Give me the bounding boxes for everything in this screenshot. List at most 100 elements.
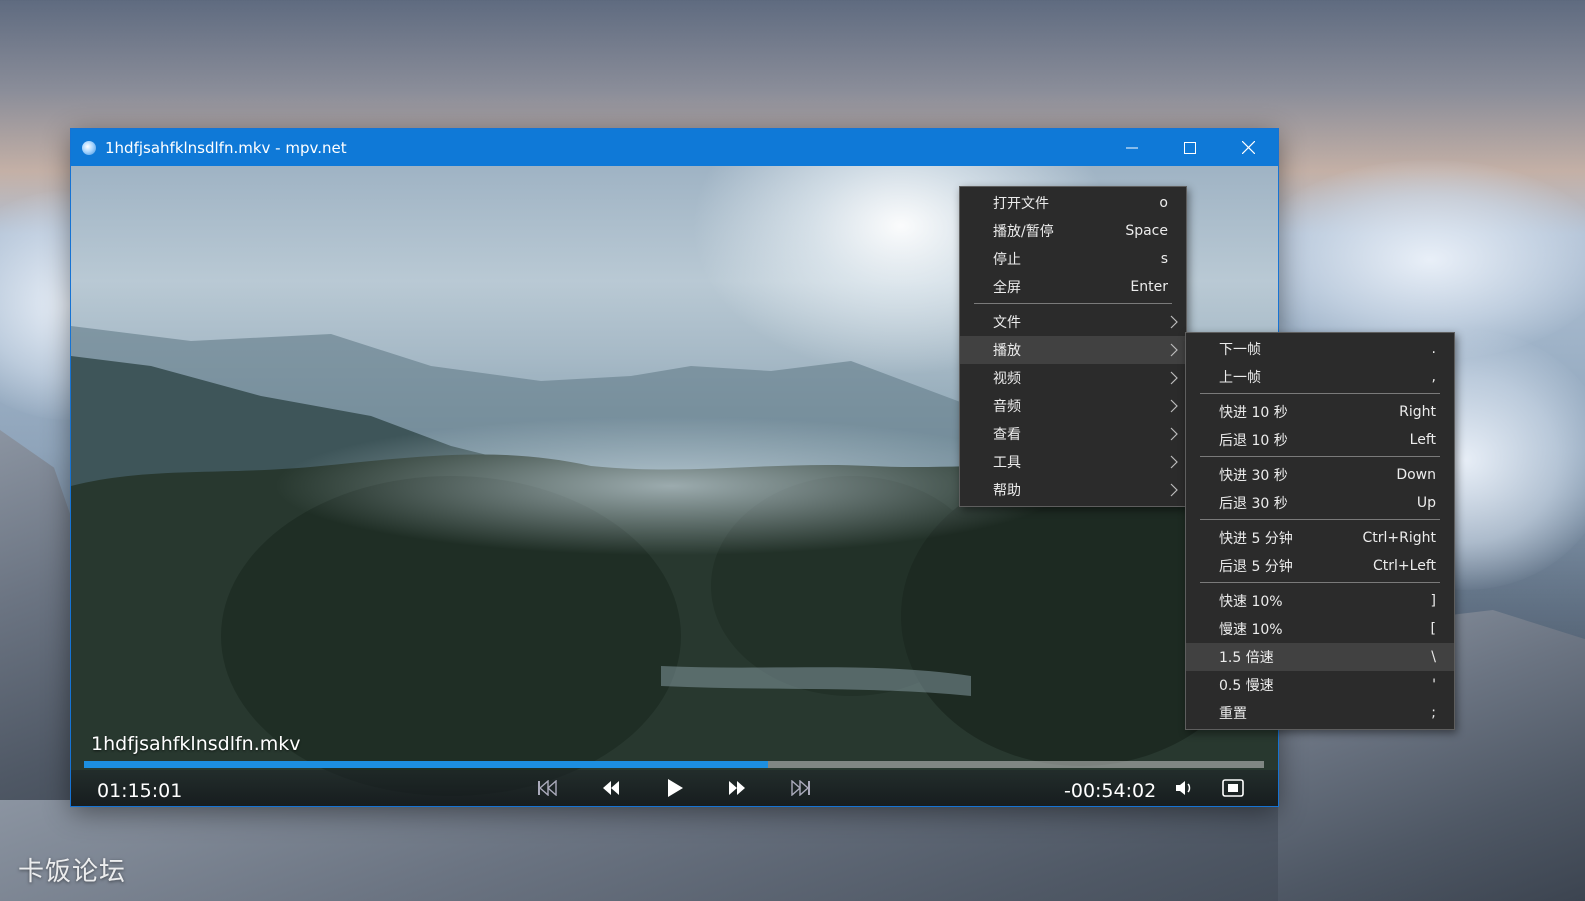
- chevron-right-icon: [1170, 343, 1178, 357]
- seek-bar[interactable]: [84, 761, 1264, 768]
- rewind-button[interactable]: [594, 774, 628, 802]
- menu-item-play-pause[interactable]: 播放/暂停 Space: [960, 217, 1186, 245]
- menu-item-label: 快进 5 分钟: [1219, 531, 1293, 547]
- submenu-item-back-5min[interactable]: 后退 5 分钟 Ctrl+Left: [1186, 552, 1454, 580]
- menu-item-shortcut: Space: [1125, 223, 1168, 239]
- menu-item-label: 后退 10 秒: [1219, 433, 1288, 449]
- chevron-right-icon: [1170, 371, 1178, 385]
- menu-item-shortcut: .: [1431, 341, 1436, 357]
- menu-separator: [1200, 456, 1440, 457]
- previous-button[interactable]: [530, 774, 564, 802]
- submenu-item-forward-5min[interactable]: 快进 5 分钟 Ctrl+Right: [1186, 524, 1454, 552]
- next-button[interactable]: [784, 774, 818, 802]
- menu-item-shortcut: Left: [1409, 432, 1436, 448]
- menu-item-label: 0.5 慢速: [1219, 678, 1274, 694]
- menu-item-shortcut: ;: [1431, 705, 1436, 721]
- window-title: 1hdfjsahfklnsdlfn.mkv - mpv.net: [105, 138, 347, 157]
- menu-item-label: 播放/暂停: [993, 224, 1054, 240]
- submenu-item-speed-up[interactable]: 快速 10% ]: [1186, 587, 1454, 615]
- submenu-item-previous-frame[interactable]: 上一帧 ,: [1186, 363, 1454, 391]
- submenu-item-next-frame[interactable]: 下一帧 .: [1186, 335, 1454, 363]
- menu-item-shortcut: ': [1432, 677, 1436, 693]
- menu-item-shortcut: Up: [1416, 495, 1436, 511]
- menu-item-shortcut: [: [1430, 621, 1436, 637]
- menu-item-label: 停止: [993, 252, 1021, 268]
- menu-item-tools[interactable]: 工具: [960, 448, 1186, 476]
- menu-item-label: 快进 30 秒: [1219, 468, 1288, 484]
- menu-item-label: 播放: [993, 343, 1021, 359]
- submenu-item-back-30s[interactable]: 后退 30 秒 Up: [1186, 489, 1454, 517]
- elapsed-time: 01:15:01: [97, 780, 183, 802]
- skip-previous-icon: [538, 780, 557, 796]
- menu-item-label: 快进 10 秒: [1219, 405, 1288, 421]
- menu-item-label: 后退 5 分钟: [1219, 559, 1293, 575]
- menu-item-audio[interactable]: 音频: [960, 392, 1186, 420]
- menu-item-help[interactable]: 帮助: [960, 476, 1186, 504]
- menu-item-open-file[interactable]: 打开文件 o: [960, 189, 1186, 217]
- menu-item-file[interactable]: 文件: [960, 308, 1186, 336]
- fullscreen-icon: [1222, 779, 1244, 797]
- volume-icon: [1176, 781, 1191, 795]
- video-fog: [271, 416, 1071, 556]
- menu-separator: [1200, 582, 1440, 583]
- menu-separator: [1200, 519, 1440, 520]
- fast-forward-icon: [729, 781, 745, 795]
- submenu-item-slow-down[interactable]: 慢速 10% [: [1186, 615, 1454, 643]
- menu-item-shortcut: Ctrl+Right: [1362, 530, 1436, 546]
- menu-item-label: 文件: [993, 315, 1021, 331]
- menu-item-shortcut: ]: [1430, 593, 1436, 609]
- menu-separator: [1200, 393, 1440, 394]
- close-button[interactable]: [1219, 129, 1277, 166]
- menu-item-shortcut: Right: [1399, 404, 1436, 420]
- control-bar: 01:15:01 -00:54:02: [71, 770, 1278, 806]
- menu-item-video[interactable]: 视频: [960, 364, 1186, 392]
- menu-item-label: 全屏: [993, 280, 1021, 296]
- menu-item-label: 工具: [993, 455, 1021, 471]
- skip-next-icon: [791, 780, 810, 796]
- menu-item-playback[interactable]: 播放: [960, 336, 1186, 364]
- volume-button[interactable]: [1168, 774, 1202, 802]
- menu-item-label: 音频: [993, 399, 1021, 415]
- menu-item-label: 下一帧: [1219, 342, 1261, 358]
- fullscreen-button[interactable]: [1216, 774, 1250, 802]
- menu-item-label: 慢速 10%: [1219, 622, 1283, 638]
- play-icon: [668, 779, 683, 797]
- menu-item-label: 上一帧: [1219, 370, 1261, 386]
- menu-item-shortcut: o: [1159, 195, 1168, 211]
- submenu-item-speed-1-5x[interactable]: 1.5 倍速 \: [1186, 643, 1454, 671]
- play-button[interactable]: [658, 774, 692, 802]
- chevron-right-icon: [1170, 455, 1178, 469]
- filename-overlay: 1hdfjsahfklnsdlfn.mkv: [91, 733, 301, 755]
- menu-item-fullscreen[interactable]: 全屏 Enter: [960, 273, 1186, 301]
- fast-forward-button[interactable]: [720, 774, 754, 802]
- minimize-icon: [1126, 147, 1138, 148]
- submenu-item-speed-0-5x[interactable]: 0.5 慢速 ': [1186, 671, 1454, 699]
- remaining-time: -00:54:02: [1064, 780, 1157, 802]
- menu-item-view[interactable]: 查看: [960, 420, 1186, 448]
- menu-item-label: 打开文件: [993, 196, 1049, 212]
- submenu-item-forward-30s[interactable]: 快进 30 秒 Down: [1186, 461, 1454, 489]
- seek-bar-fill: [84, 761, 769, 768]
- menu-item-shortcut: \: [1431, 649, 1436, 665]
- maximize-button[interactable]: [1161, 129, 1219, 166]
- menu-item-label: 视频: [993, 371, 1021, 387]
- menu-separator: [974, 303, 1172, 304]
- menu-item-stop[interactable]: 停止 s: [960, 245, 1186, 273]
- watermark: 卡饭论坛: [18, 857, 127, 887]
- maximize-icon: [1184, 141, 1196, 154]
- chevron-right-icon: [1170, 315, 1178, 329]
- title-bar[interactable]: 1hdfjsahfklnsdlfn.mkv - mpv.net: [71, 129, 1278, 166]
- submenu-item-forward-10s[interactable]: 快进 10 秒 Right: [1186, 398, 1454, 426]
- minimize-button[interactable]: [1103, 129, 1161, 166]
- menu-item-label: 重置: [1219, 706, 1247, 722]
- menu-item-shortcut: s: [1160, 251, 1168, 267]
- menu-item-shortcut: Down: [1396, 467, 1436, 483]
- chevron-right-icon: [1170, 427, 1178, 441]
- menu-item-label: 查看: [993, 427, 1021, 443]
- menu-item-shortcut: Enter: [1130, 279, 1168, 295]
- chevron-right-icon: [1170, 483, 1178, 497]
- menu-item-shortcut: ,: [1431, 369, 1436, 385]
- submenu-item-reset-speed[interactable]: 重置 ;: [1186, 699, 1454, 727]
- submenu-item-back-10s[interactable]: 后退 10 秒 Left: [1186, 426, 1454, 454]
- playback-submenu: 下一帧 . 上一帧 , 快进 10 秒 Right 后退 10 秒 Left 快…: [1185, 332, 1455, 730]
